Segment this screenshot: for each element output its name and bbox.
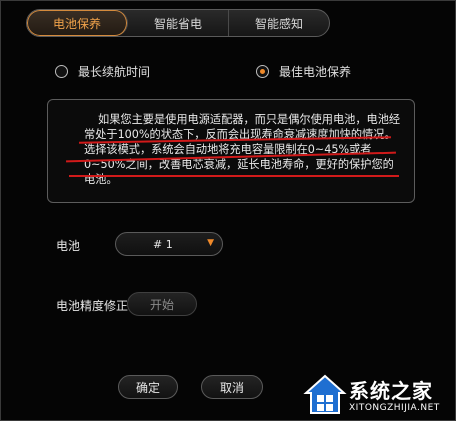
option-best-battery-care-label: 最佳电池保养 [279, 65, 352, 79]
dropdown-caret-icon: ▼ [207, 238, 214, 248]
description-box: 如果您主要是使用电源适配器，而只是偶尔使用电池，电池经常处于100%的状态下，反… [47, 99, 415, 203]
battery-label: 电池 [56, 239, 81, 253]
house-logo-icon [303, 374, 347, 414]
radio-checked-icon[interactable] [256, 65, 269, 78]
option-longest-runtime-label: 最长续航时间 [78, 65, 151, 79]
battery-settings-window: 电池保养 智能省电 智能感知 最长续航时间 最佳电池保养 如果您主要是使用电源适… [0, 0, 456, 421]
tab-battery-care[interactable]: 电池保养 [27, 10, 128, 36]
watermark-name: 系统之家 [349, 379, 433, 403]
radio-unchecked-icon[interactable] [55, 65, 68, 78]
watermark-url: XITONGZHIJIA.NET [349, 403, 440, 413]
tab-smart-power-saving[interactable]: 智能省电 [128, 10, 229, 36]
annotation-underline [69, 175, 399, 177]
option-best-battery-care[interactable]: 最佳电池保养 [256, 63, 351, 80]
battery-select-value: # 1 [153, 237, 173, 251]
option-longest-runtime[interactable]: 最长续航时间 [55, 63, 150, 80]
battery-calibration-label: 电池精度修正 [56, 299, 129, 313]
battery-select[interactable]: # 1 ▼ [115, 232, 223, 256]
ok-button[interactable]: 确定 [118, 375, 178, 399]
tab-bar: 电池保养 智能省电 智能感知 [26, 9, 330, 37]
tab-smart-sensing[interactable]: 智能感知 [229, 10, 329, 36]
watermark-logo: 系统之家 XITONGZHIJIA.NET [301, 371, 456, 421]
cancel-button[interactable]: 取消 [201, 375, 263, 399]
calibration-start-button[interactable]: 开始 [127, 292, 197, 316]
